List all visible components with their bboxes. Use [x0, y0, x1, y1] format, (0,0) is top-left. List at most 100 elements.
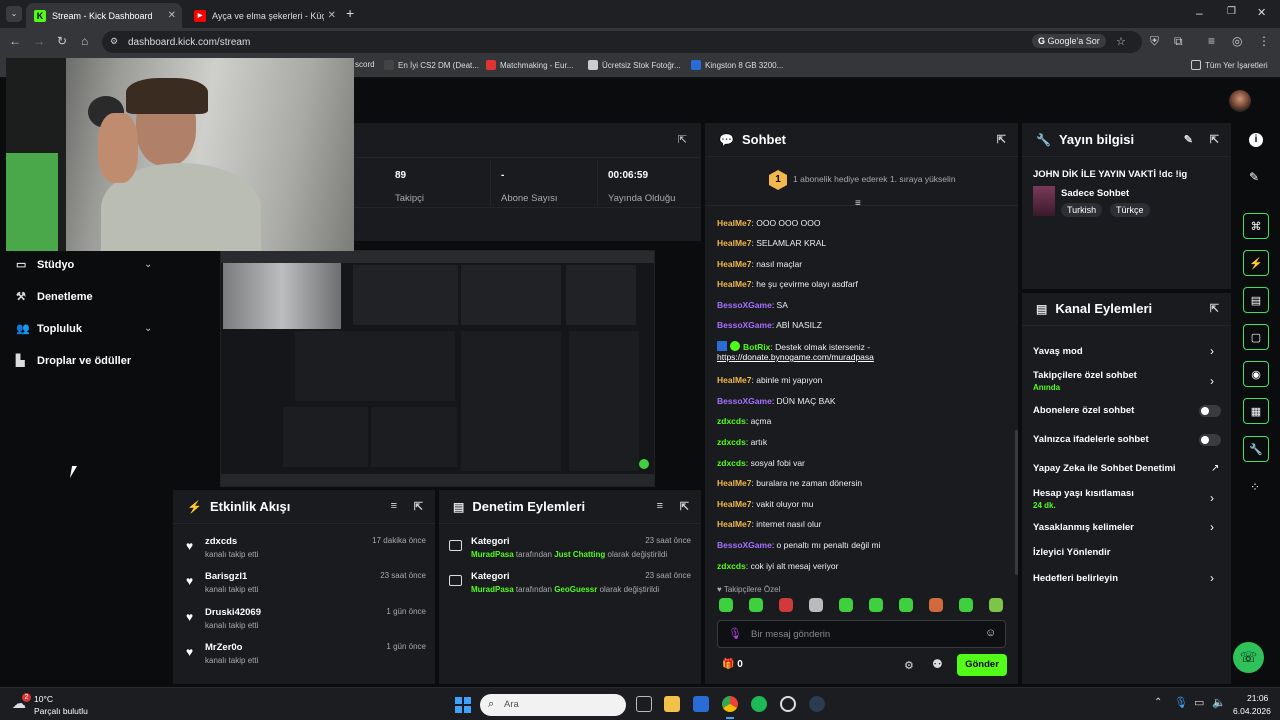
google-ask-button[interactable]: G Google'a Sor — [1032, 34, 1106, 48]
chat-username[interactable]: zdxcds — [717, 458, 746, 468]
network-icon[interactable]: ▭ — [1194, 696, 1204, 709]
expand-icon[interactable]: ⇱ — [678, 133, 687, 146]
moderator-icon[interactable]: ⚉ — [932, 657, 943, 671]
activity-user[interactable]: MrZer0o — [205, 642, 242, 653]
chat-username[interactable]: HealMe7 — [717, 519, 752, 529]
site-info-icon[interactable]: ⚙ — [110, 36, 118, 47]
new-tab-button[interactable]: + — [346, 5, 354, 21]
popout-icon[interactable]: ⇱ — [414, 500, 423, 513]
home-icon[interactable]: ⌂ — [81, 34, 88, 48]
sidebar-item-studio[interactable]: ▭ Stüdyo — [16, 258, 74, 272]
action-ai-moderation[interactable]: Yapay Zeka ile Sohbet Denetimi — [1033, 463, 1176, 474]
app-icon[interactable] — [780, 696, 796, 712]
chat-username[interactable]: zdxcds — [717, 561, 746, 571]
toolbar-document[interactable]: ▤ — [1243, 287, 1269, 313]
close-window-icon[interactable]: ✕ — [1257, 6, 1266, 19]
action-raid[interactable]: İzleyici Yönlendir — [1033, 547, 1110, 558]
filter-icon[interactable]: ≡ — [391, 500, 397, 512]
popout-icon[interactable]: ⇱ — [680, 500, 689, 513]
activity-user[interactable]: Barisgzl1 — [205, 571, 247, 582]
tray-chevron-icon[interactable]: ⌃ — [1154, 697, 1162, 708]
chat-username[interactable]: HealMe7 — [717, 279, 752, 289]
chevron-right-icon[interactable]: › — [1210, 344, 1214, 358]
volume-icon[interactable]: 🔈 — [1212, 696, 1226, 709]
chat-username[interactable]: BessoXGame — [717, 396, 772, 406]
tab-youtube[interactable]: ▶ Ayça ve elma şekerleri - Küçük ✕ — [186, 3, 342, 28]
bookmark-kingston[interactable]: Kingston 8 GB 3200... — [691, 60, 783, 70]
support-button[interactable]: ☏ — [1233, 642, 1264, 673]
filter-icon[interactable]: ≡ — [855, 198, 861, 209]
bookmark-cs2dm[interactable]: En İyi CS2 DM (Deat... — [384, 60, 479, 70]
outlook-icon[interactable] — [693, 696, 709, 712]
bookmark-discord[interactable]: scord — [355, 60, 375, 69]
extensions-icon[interactable]: ⧉ — [1174, 34, 1183, 49]
chat-username[interactable]: zdxcds — [717, 416, 746, 426]
emote-2[interactable] — [749, 598, 763, 612]
chat-username[interactable]: HealMe7 — [717, 259, 752, 269]
toolbar-chat[interactable]: ▢ — [1243, 324, 1269, 350]
external-link-icon[interactable]: ↗ — [1211, 463, 1219, 474]
chat-username[interactable]: HealMe7 — [717, 238, 752, 248]
emote-3[interactable] — [779, 598, 793, 612]
toolbar-broadcast[interactable]: ◉ — [1243, 361, 1269, 387]
chat-input[interactable]: 🎙 Bir mesaj gönderin ☺ — [717, 620, 1006, 648]
action-account-age[interactable]: Hesap yaşı kısıtlaması 24 dk. — [1033, 488, 1134, 510]
category-name[interactable]: Sadece Sohbet — [1061, 188, 1129, 199]
activity-user[interactable]: zdxcds — [205, 536, 237, 547]
send-button[interactable]: Gönder — [957, 654, 1007, 676]
chevron-right-icon[interactable]: › — [1210, 520, 1214, 534]
emote-10[interactable] — [989, 598, 1003, 612]
all-bookmarks[interactable]: Tüm Yer İşaretleri — [1191, 60, 1268, 70]
maximize-icon[interactable]: ❐ — [1227, 6, 1236, 17]
chat-username[interactable]: HealMe7 — [717, 478, 752, 488]
back-icon[interactable]: ← — [9, 34, 21, 48]
chat-username[interactable]: BessoXGame — [717, 540, 772, 550]
minimize-icon[interactable]: – — [1196, 6, 1203, 20]
popout-icon[interactable]: ⇱ — [1210, 133, 1219, 146]
popout-icon[interactable]: ⇱ — [997, 133, 1006, 146]
emote-1[interactable] — [719, 598, 733, 612]
task-view-icon[interactable] — [636, 696, 652, 712]
mic-tray-icon[interactable]: 🎙 — [1174, 696, 1188, 709]
chevron-right-icon[interactable]: › — [1210, 491, 1214, 505]
moderation-category[interactable]: GeoGuessr — [554, 585, 597, 594]
moderation-user[interactable]: MuradPasa — [471, 585, 514, 594]
emote-only-toggle[interactable] — [1199, 434, 1221, 446]
forward-icon[interactable]: → — [33, 34, 45, 48]
emote-8[interactable] — [929, 598, 943, 612]
menu-icon[interactable]: ⋮ — [1258, 34, 1270, 48]
start-button[interactable] — [455, 697, 471, 713]
chrome-icon[interactable] — [722, 696, 738, 712]
tab-kick-dashboard[interactable]: K Stream - Kick Dashboard ✕ — [26, 3, 182, 28]
clock-date[interactable]: 6.04.2026 — [1233, 706, 1271, 716]
edit-icon[interactable]: ✎ — [1184, 133, 1193, 146]
user-avatar[interactable] — [1229, 90, 1251, 112]
profile-icon[interactable]: ◎ — [1232, 34, 1242, 48]
playlist-icon[interactable]: ≡ — [1208, 34, 1215, 48]
bookmark-star-icon[interactable]: ☆ — [1116, 35, 1126, 48]
action-banned-words[interactable]: Yasaklanmış kelimeler — [1033, 522, 1134, 533]
action-slow-mode[interactable]: Yavaş mod — [1033, 346, 1083, 357]
url-field[interactable]: ⚙ dashboard.kick.com/stream G Google'a S… — [102, 31, 1142, 53]
chevron-down-icon[interactable]: ⌄ — [144, 323, 152, 334]
chat-username[interactable]: BessoXGame — [717, 300, 772, 310]
clock-time[interactable]: 21:06 — [1247, 693, 1268, 703]
stream-preview[interactable] — [220, 250, 655, 487]
file-explorer-icon[interactable] — [664, 696, 680, 712]
emote-6[interactable] — [869, 598, 883, 612]
chat-scrollbar[interactable] — [1015, 430, 1018, 575]
close-tab-icon[interactable]: ✕ — [168, 10, 176, 21]
chat-username[interactable]: BotRix — [743, 342, 770, 352]
apps-icon[interactable]: ⁘ — [1250, 480, 1260, 494]
toolbar-wrench[interactable]: 🔧 — [1243, 436, 1269, 462]
popout-icon[interactable]: ⇱ — [1210, 302, 1219, 315]
taskbar-search[interactable]: ⌕ Ara — [480, 694, 626, 716]
chevron-right-icon[interactable]: › — [1210, 571, 1214, 585]
chevron-right-icon[interactable]: › — [1210, 374, 1214, 388]
tag-turkish[interactable]: Turkish — [1061, 203, 1103, 217]
action-followers-only[interactable]: Takipçilere özel sohbet Anında — [1033, 370, 1137, 392]
toolbar-camera[interactable]: ⌘ — [1243, 213, 1269, 239]
tag-turkce[interactable]: Türkçe — [1110, 203, 1150, 217]
close-tab-icon[interactable]: ✕ — [328, 10, 336, 21]
emote-7[interactable] — [899, 598, 913, 612]
